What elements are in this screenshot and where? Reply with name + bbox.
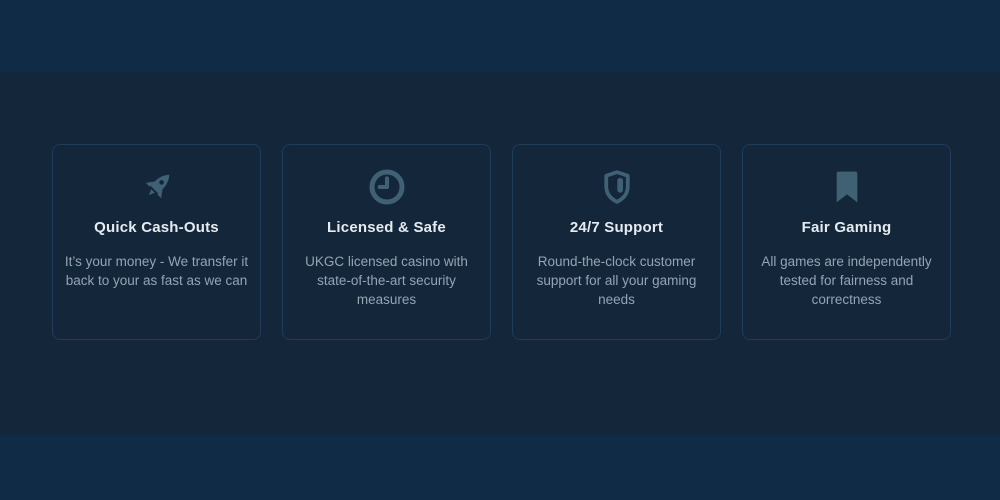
feature-description: UKGC licensed casino with state-of-the-a… [283, 252, 490, 309]
bottom-section [0, 435, 1000, 500]
feature-description: All games are independently tested for f… [743, 252, 950, 309]
top-section [0, 0, 1000, 72]
feature-description: Round-the-clock customer support for all… [513, 252, 720, 309]
feature-card-support: 24/7 Support Round-the-clock customer su… [512, 144, 721, 340]
shield-icon [513, 166, 720, 208]
features-section: Quick Cash-Outs It’s your money - We tra… [52, 144, 951, 340]
feature-title: Fair Gaming [743, 219, 950, 236]
feature-card-fair-gaming: Fair Gaming All games are independently … [742, 144, 951, 340]
feature-title: 24/7 Support [513, 219, 720, 236]
feature-title: Licensed & Safe [283, 219, 490, 236]
rocket-icon [53, 166, 260, 208]
bookmark-icon [743, 166, 950, 208]
feature-title: Quick Cash-Outs [53, 219, 260, 236]
clock-icon [283, 166, 490, 208]
feature-card-licensed-safe: Licensed & Safe UKGC licensed casino wit… [282, 144, 491, 340]
feature-description: It’s your money - We transfer it back to… [53, 252, 260, 290]
feature-card-quick-cashouts: Quick Cash-Outs It’s your money - We tra… [52, 144, 261, 340]
